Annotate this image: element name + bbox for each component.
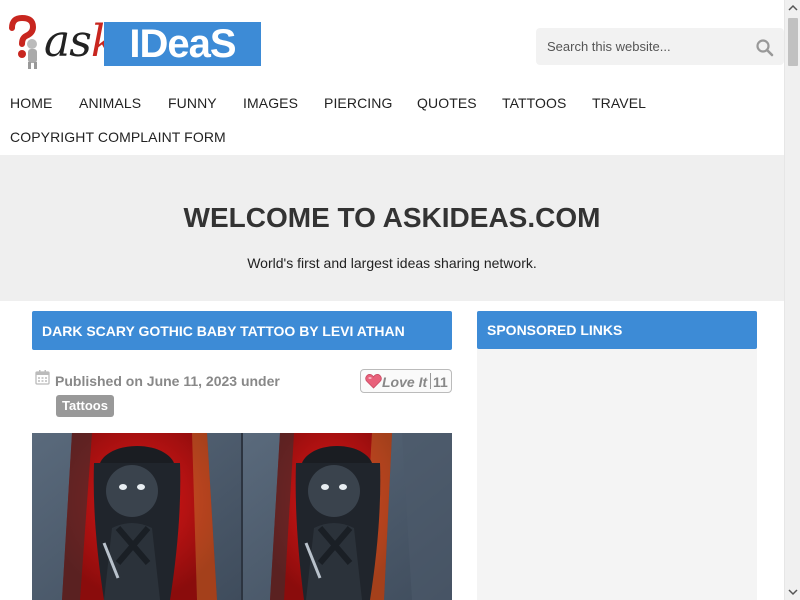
category-tag[interactable]: Tattoos <box>56 395 114 417</box>
search-button[interactable] <box>752 34 778 60</box>
site-header: ask IDeaS HOME ANIMALS FUNNY IMAGES PIER… <box>0 0 784 155</box>
love-separator <box>430 373 431 389</box>
search-icon <box>756 39 774 57</box>
nav-item-funny[interactable]: FUNNY <box>168 95 217 111</box>
nav-item-piercing[interactable]: PIERCING <box>324 95 392 111</box>
post-title[interactable]: DARK SCARY GOTHIC BABY TATTOO BY LEVI AT… <box>42 323 405 339</box>
post-title-bar: DARK SCARY GOTHIC BABY TATTOO BY LEVI AT… <box>32 311 452 350</box>
calendar-icon <box>35 370 50 385</box>
love-count: 11 <box>433 374 448 390</box>
sidebar-title-bar: SPONSORED LINKS <box>477 311 757 349</box>
search-box <box>536 28 784 65</box>
heart-icon <box>365 374 382 389</box>
scroll-up-arrow-icon[interactable] <box>785 0 800 16</box>
nav-item-travel[interactable]: TRAVEL <box>592 95 646 111</box>
nav-item-images[interactable]: IMAGES <box>243 95 298 111</box>
search-input[interactable] <box>536 28 746 65</box>
love-it-button[interactable]: Love It 11 <box>360 369 452 393</box>
post-image[interactable] <box>32 433 452 600</box>
gothic-baby-tattoo-image <box>32 433 452 600</box>
sidebar: SPONSORED LINKS <box>477 311 757 600</box>
sidebar-title: SPONSORED LINKS <box>487 322 623 338</box>
nav-item-home[interactable]: HOME <box>10 95 52 111</box>
welcome-title: WELCOME TO ASKIDEAS.COM <box>183 202 601 233</box>
post-meta: Published on June 11, 2023 under <box>55 373 280 389</box>
welcome-subtitle: World's first and largest ideas sharing … <box>247 255 537 271</box>
question-mark-figure-icon <box>9 14 37 69</box>
scrollbar-thumb[interactable] <box>788 18 798 66</box>
welcome-banner: WELCOME TO ASKIDEAS.COM World's first an… <box>0 155 784 301</box>
site-logo[interactable]: ask IDeaS <box>6 14 262 70</box>
scroll-down-arrow-icon[interactable] <box>785 584 800 600</box>
nav-item-animals[interactable]: ANIMALS <box>79 95 141 111</box>
nav-item-quotes[interactable]: QUOTES <box>417 95 477 111</box>
vertical-scrollbar[interactable] <box>784 0 800 600</box>
nav-item-copyright-complaint-form[interactable]: COPYRIGHT COMPLAINT FORM <box>10 129 226 145</box>
nav-item-tattoos[interactable]: TATTOOS <box>502 95 566 111</box>
logo-ideas-text: IDeaS <box>104 22 261 66</box>
love-it-label: Love It <box>382 374 428 390</box>
